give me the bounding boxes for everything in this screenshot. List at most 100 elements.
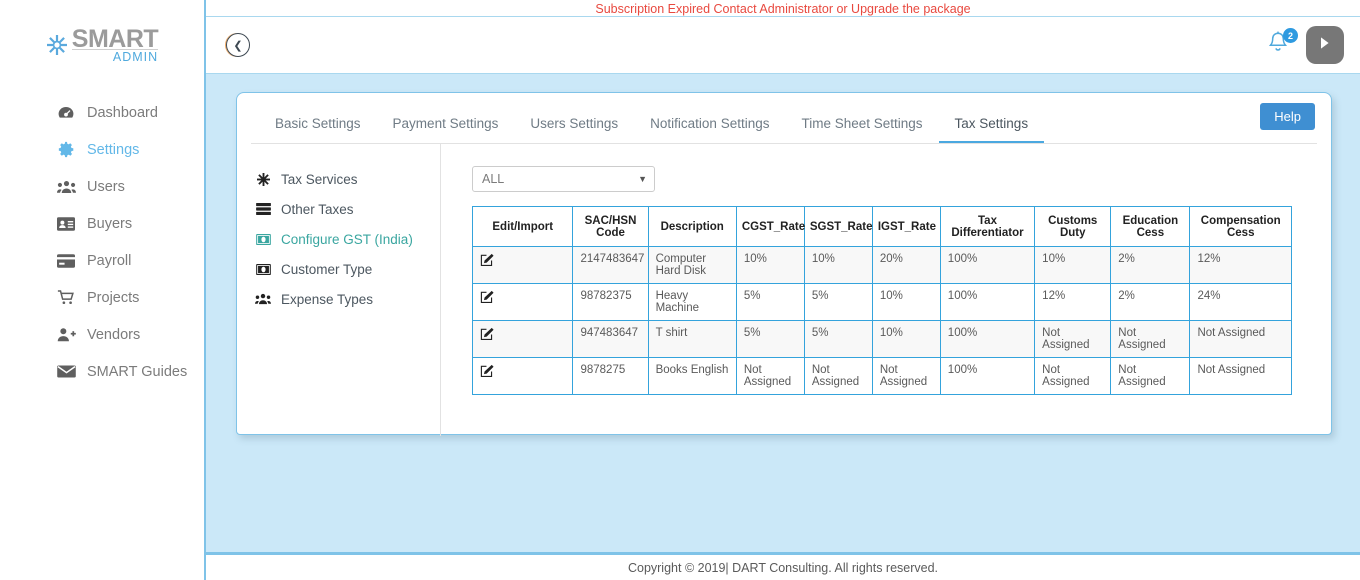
cell-edit bbox=[471, 357, 574, 395]
tab-basic-settings[interactable]: Basic Settings bbox=[259, 116, 377, 143]
sidebar-item-label: Buyers bbox=[87, 215, 133, 232]
cell-customs-duty: Not Assigned bbox=[1034, 357, 1112, 395]
money-bill-icon bbox=[253, 263, 273, 275]
cell-compensation-cess: 12% bbox=[1189, 246, 1292, 284]
settings-card-body: Tax Services Other Taxes Configure GST (… bbox=[237, 144, 1331, 436]
cell-tax-differentiator: 100% bbox=[939, 246, 1036, 284]
sidebar-item-projects[interactable]: Projects bbox=[0, 279, 204, 316]
server-icon bbox=[253, 203, 273, 215]
gst-table-container: Edit/Import SAC/HSN Code Description CGS… bbox=[471, 206, 1331, 395]
gst-table-head: Edit/Import SAC/HSN Code Description CGS… bbox=[471, 206, 1292, 247]
edit-pencil-icon[interactable] bbox=[480, 364, 494, 381]
cell-description: Computer Hard Disk bbox=[647, 246, 737, 284]
help-button[interactable]: Help bbox=[1260, 103, 1315, 130]
submenu-item-tax-services[interactable]: Tax Services bbox=[253, 164, 440, 194]
notifications-button[interactable]: 2 bbox=[1266, 28, 1298, 60]
edit-pencil-icon[interactable] bbox=[480, 290, 494, 307]
sidebar-collapse-button[interactable]: ❮ bbox=[226, 33, 250, 57]
sidebar-item-payroll[interactable]: Payroll bbox=[0, 242, 204, 279]
tab-time-sheet-settings[interactable]: Time Sheet Settings bbox=[785, 116, 938, 143]
tab-payment-settings[interactable]: Payment Settings bbox=[377, 116, 515, 143]
asterisk-icon bbox=[253, 172, 273, 186]
submenu-item-label: Customer Type bbox=[281, 261, 373, 277]
subscription-alert-text: Subscription Expired Contact Administrat… bbox=[595, 2, 971, 16]
cell-cgst: 10% bbox=[735, 246, 805, 284]
cell-education-cess: 2% bbox=[1110, 246, 1191, 284]
app-root: SMART ADMIN Dashboard Settings Users Buy… bbox=[0, 0, 1360, 580]
envelope-icon bbox=[56, 365, 76, 378]
submenu-item-other-taxes[interactable]: Other Taxes bbox=[253, 194, 440, 224]
gst-panel: ALL ▼ Edit/Import SAC/HSN Code Descripti… bbox=[441, 144, 1331, 436]
col-header-tax-differentiator: Tax Differentiator bbox=[939, 206, 1036, 247]
cell-sac: 98782375 bbox=[572, 283, 649, 321]
sidebar-item-label: SMART Guides bbox=[87, 363, 188, 380]
cell-igst: Not Assigned bbox=[871, 357, 941, 395]
cell-customs-duty: Not Assigned bbox=[1034, 320, 1112, 358]
table-row: 9878275 Books English Not Assigned Not A… bbox=[471, 357, 1292, 395]
table-row: 98782375 Heavy Machine 5% 5% 10% 100% 12… bbox=[471, 283, 1292, 321]
edit-pencil-icon[interactable] bbox=[480, 253, 494, 270]
arrow-right-icon bbox=[1317, 35, 1333, 56]
chevron-left-icon: ❮ bbox=[233, 39, 243, 52]
submenu-item-configure-gst-india[interactable]: Configure GST (India) bbox=[253, 224, 440, 254]
brand-name: SMART bbox=[71, 24, 159, 53]
money-bill-icon bbox=[253, 233, 273, 245]
tax-settings-submenu: Tax Services Other Taxes Configure GST (… bbox=[237, 144, 441, 436]
notification-count-badge: 2 bbox=[1283, 28, 1298, 43]
sidebar-item-users[interactable]: Users bbox=[0, 168, 204, 205]
sidebar-item-settings[interactable]: Settings bbox=[0, 131, 204, 168]
tab-tax-settings[interactable]: Tax Settings bbox=[938, 116, 1045, 143]
submenu-item-label: Configure GST (India) bbox=[281, 231, 413, 247]
topbar-actions: 2 bbox=[1266, 26, 1344, 64]
cell-sgst: 5% bbox=[803, 283, 873, 321]
gst-filter-select-box[interactable]: ALL bbox=[472, 166, 655, 192]
cell-description: T shirt bbox=[647, 320, 737, 358]
subscription-alert-bar: Subscription Expired Contact Administrat… bbox=[206, 0, 1360, 16]
content-area: Basic Settings Payment Settings Users Se… bbox=[206, 74, 1360, 562]
sidebar-item-buyers[interactable]: Buyers bbox=[0, 205, 204, 242]
topbar: ❮ 2 bbox=[206, 16, 1360, 74]
cell-sac: 947483647 bbox=[572, 320, 649, 358]
col-header-sac-hsn-code: SAC/HSN Code bbox=[572, 206, 649, 247]
col-header-compensation-cess: Compensation Cess bbox=[1189, 206, 1292, 247]
chevron-down-icon: ▼ bbox=[638, 174, 647, 184]
sidebar-item-smart-guides[interactable]: SMART Guides bbox=[0, 353, 204, 390]
col-header-sgst-rate: SGST_Rate bbox=[803, 206, 873, 247]
tab-users-settings[interactable]: Users Settings bbox=[514, 116, 634, 143]
sidebar-item-label: Dashboard bbox=[87, 104, 158, 121]
cell-description: Heavy Machine bbox=[647, 283, 737, 321]
sidebar: SMART ADMIN Dashboard Settings Users Buy… bbox=[0, 0, 206, 580]
cell-tax-differentiator: 100% bbox=[939, 283, 1036, 321]
sidebar-item-dashboard[interactable]: Dashboard bbox=[0, 94, 204, 131]
cell-igst: 10% bbox=[871, 283, 941, 321]
col-header-customs-duty: Customs Duty bbox=[1034, 206, 1112, 247]
col-header-cgst-rate: CGST_Rate bbox=[735, 206, 805, 247]
cell-customs-duty: 12% bbox=[1034, 283, 1112, 321]
settings-tabs: Basic Settings Payment Settings Users Se… bbox=[237, 93, 1331, 143]
cell-description: Books English bbox=[647, 357, 737, 395]
cell-sgst: Not Assigned bbox=[803, 357, 873, 395]
tab-notification-settings[interactable]: Notification Settings bbox=[634, 116, 785, 143]
cart-icon bbox=[56, 290, 76, 305]
submenu-item-expense-types[interactable]: Expense Types bbox=[253, 284, 440, 314]
user-menu-button[interactable] bbox=[1306, 26, 1344, 64]
cell-customs-duty: 10% bbox=[1034, 246, 1112, 284]
cell-compensation-cess: 24% bbox=[1189, 283, 1292, 321]
users-icon bbox=[56, 180, 76, 194]
cell-education-cess: 2% bbox=[1110, 283, 1191, 321]
asterisk-logo-icon bbox=[46, 34, 68, 56]
submenu-item-label: Tax Services bbox=[281, 171, 358, 187]
copyright-text: Copyright © 2019| DART Consulting. All r… bbox=[627, 560, 939, 575]
footer: Copyright © 2019| DART Consulting. All r… bbox=[206, 552, 1360, 580]
sidebar-item-label: Payroll bbox=[87, 252, 132, 269]
cell-sgst: 5% bbox=[803, 320, 873, 358]
submenu-item-label: Expense Types bbox=[281, 291, 374, 307]
col-header-edit-import: Edit/Import bbox=[471, 206, 574, 247]
user-plus-icon bbox=[56, 327, 76, 342]
submenu-item-customer-type[interactable]: Customer Type bbox=[253, 254, 440, 284]
gst-filter-select[interactable]: ALL ▼ bbox=[472, 166, 655, 192]
sidebar-item-vendors[interactable]: Vendors bbox=[0, 316, 204, 353]
edit-pencil-icon[interactable] bbox=[480, 327, 494, 344]
dashboard-icon bbox=[56, 106, 76, 120]
brand-logo[interactable]: SMART ADMIN bbox=[0, 0, 204, 63]
